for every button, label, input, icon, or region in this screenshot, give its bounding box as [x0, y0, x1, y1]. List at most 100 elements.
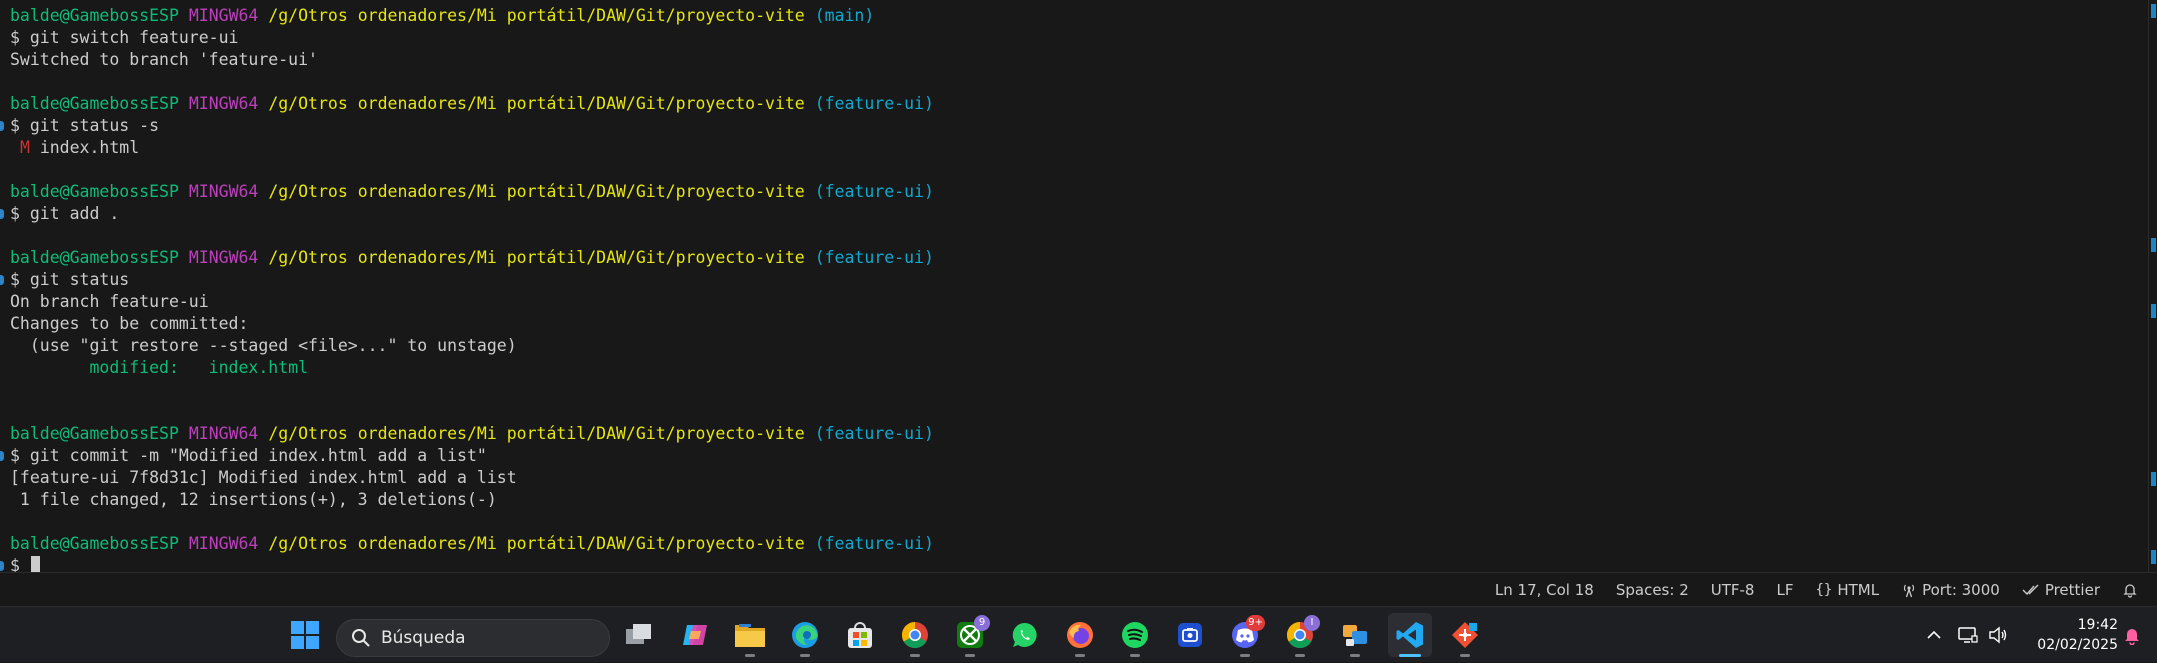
notification-badge: 9: [974, 615, 990, 631]
output-line: M index.html: [10, 137, 934, 159]
app-icon: [1343, 625, 1367, 646]
broadcast-icon: [1903, 584, 1915, 597]
scrollbar-marker: [2151, 238, 2156, 252]
taskbar-file-explorer[interactable]: [728, 613, 772, 657]
prompt-line: balde@GamebossESP MINGW64 /g/Otros orden…: [10, 247, 934, 269]
output-line: [feature-ui 7f8d31c] Modified index.html…: [10, 467, 934, 489]
terminal-panel[interactable]: balde@GamebossESP MINGW64 /g/Otros orden…: [0, 0, 2148, 572]
taskbar-xbox[interactable]: 9: [948, 613, 992, 657]
command-line: $ git switch feature-ui: [10, 27, 934, 49]
command-decoration-icon[interactable]: [0, 121, 4, 131]
taskbar-vscode[interactable]: [1388, 613, 1432, 657]
taskbar-app[interactable]: [1333, 613, 1377, 657]
output-text: (use "git restore --staged <file>..." to…: [10, 336, 517, 355]
taskbar-search[interactable]: Búsqueda: [336, 619, 610, 657]
scrollbar-marker: [2151, 304, 2156, 318]
running-indicator: [800, 654, 810, 657]
prompt-system: MINGW64: [188, 424, 259, 443]
taskbar-discord[interactable]: 9+: [1223, 613, 1267, 657]
taskbar-git-gui[interactable]: [1443, 613, 1487, 657]
output-text: On branch feature-ui: [10, 292, 209, 311]
prompt-user-host: balde@GamebossESP: [10, 182, 179, 201]
command-decoration-icon[interactable]: [0, 451, 4, 461]
prompt-branch: (feature-ui): [814, 182, 934, 201]
prompt-path: /g/Otros ordenadores/Mi portátil/DAW/Git…: [268, 6, 805, 25]
prettier-status[interactable]: Prettier: [2011, 581, 2111, 599]
end-of-line[interactable]: LF: [1765, 581, 1804, 599]
taskbar-edge[interactable]: [783, 613, 827, 657]
staged-file: modified: index.html: [10, 358, 309, 377]
vscode-icon: [1396, 622, 1423, 648]
firefox-icon: [1067, 622, 1093, 648]
command-text: $ git add .: [10, 204, 120, 223]
terminal-scrollbar[interactable]: [2148, 0, 2157, 572]
taskbar-clock[interactable]: 19:42 02/02/2025: [2022, 615, 2118, 655]
terminal-output: balde@GamebossESP MINGW64 /g/Otros orden…: [0, 5, 934, 572]
git-gui-icon: [1452, 622, 1478, 648]
command-line: $: [0, 555, 934, 572]
output-line: Switched to branch 'feature-ui': [10, 49, 934, 71]
port-indicator[interactable]: Port: 3000: [1890, 581, 2011, 599]
notification-badge: 9+: [1246, 615, 1265, 631]
prompt-line: balde@GamebossESP MINGW64 /g/Otros orden…: [10, 93, 934, 115]
port-label: Port: 3000: [1922, 580, 2000, 599]
notification-center-button[interactable]: [2114, 613, 2150, 657]
network-volume-button[interactable]: [1952, 613, 2014, 657]
formatter-label: Prettier: [2044, 580, 2100, 599]
running-indicator: [1350, 654, 1360, 657]
cursor-position-label: Ln 17, Col 18: [1494, 580, 1594, 599]
prompt-system: MINGW64: [188, 6, 259, 25]
taskbar-copilot[interactable]: [673, 613, 717, 657]
taskbar-chrome[interactable]: [893, 613, 937, 657]
taskbar-store[interactable]: [838, 613, 882, 657]
chrome-icon: [901, 621, 928, 649]
command-line: $ git status: [0, 269, 934, 291]
double-check-icon: [2022, 584, 2039, 595]
prompt-user-host: balde@GamebossESP: [10, 94, 179, 113]
indentation-label: Spaces: 2: [1615, 580, 1689, 599]
taskbar-spotify[interactable]: [1113, 613, 1157, 657]
indentation[interactable]: Spaces: 2: [1605, 581, 1700, 599]
command-decoration-icon[interactable]: [0, 209, 4, 219]
command-decoration-icon[interactable]: [0, 275, 4, 285]
output-line: modified: index.html: [10, 357, 934, 379]
prompt-system: MINGW64: [188, 182, 259, 201]
output-line: 1 file changed, 12 insertions(+), 3 dele…: [10, 489, 934, 511]
chevron-up-icon: [1927, 630, 1941, 639]
taskbar-screen-capture[interactable]: [1168, 613, 1212, 657]
status-flag: M: [19, 138, 30, 157]
output-line: Changes to be committed:: [10, 313, 934, 335]
search-icon: [352, 629, 370, 647]
vscode-status-bar: Ln 17, Col 18 Spaces: 2 UTF-8 LF {} HTML…: [0, 572, 2157, 606]
prompt-path: /g/Otros ordenadores/Mi portátil/DAW/Git…: [268, 94, 805, 113]
taskbar-firefox[interactable]: [1058, 613, 1102, 657]
command-decoration-icon[interactable]: [0, 561, 4, 571]
running-indicator: [1240, 654, 1250, 657]
prompt-path: /g/Otros ordenadores/Mi portátil/DAW/Git…: [268, 182, 805, 201]
prompt-path: /g/Otros ordenadores/Mi portátil/DAW/Git…: [268, 534, 805, 553]
running-indicator: [1130, 654, 1140, 657]
prompt-line: balde@GamebossESP MINGW64 /g/Otros orden…: [10, 423, 934, 445]
braces-icon: {}: [1815, 581, 1833, 598]
notifications-button[interactable]: [2111, 582, 2149, 598]
bell-icon: [2123, 583, 2137, 598]
prompt-branch: (feature-ui): [814, 424, 934, 443]
show-hidden-icons-button[interactable]: [1916, 613, 1952, 657]
taskbar-whatsapp[interactable]: [1003, 613, 1047, 657]
language-mode[interactable]: {} HTML: [1804, 581, 1890, 599]
prompt-user-host: balde@GamebossESP: [10, 6, 179, 25]
task-view-button[interactable]: [617, 613, 661, 657]
output-text: [feature-ui 7f8d31c] Modified index.html…: [10, 468, 517, 487]
taskbar-chrome-profile[interactable]: I: [1278, 613, 1322, 657]
start-button[interactable]: [283, 613, 327, 657]
prompt-system: MINGW64: [188, 94, 259, 113]
bell-icon: [2125, 629, 2139, 645]
encoding[interactable]: UTF-8: [1700, 581, 1766, 599]
cursor-position[interactable]: Ln 17, Col 18: [1484, 581, 1605, 599]
prompt-branch: (feature-ui): [814, 248, 934, 267]
